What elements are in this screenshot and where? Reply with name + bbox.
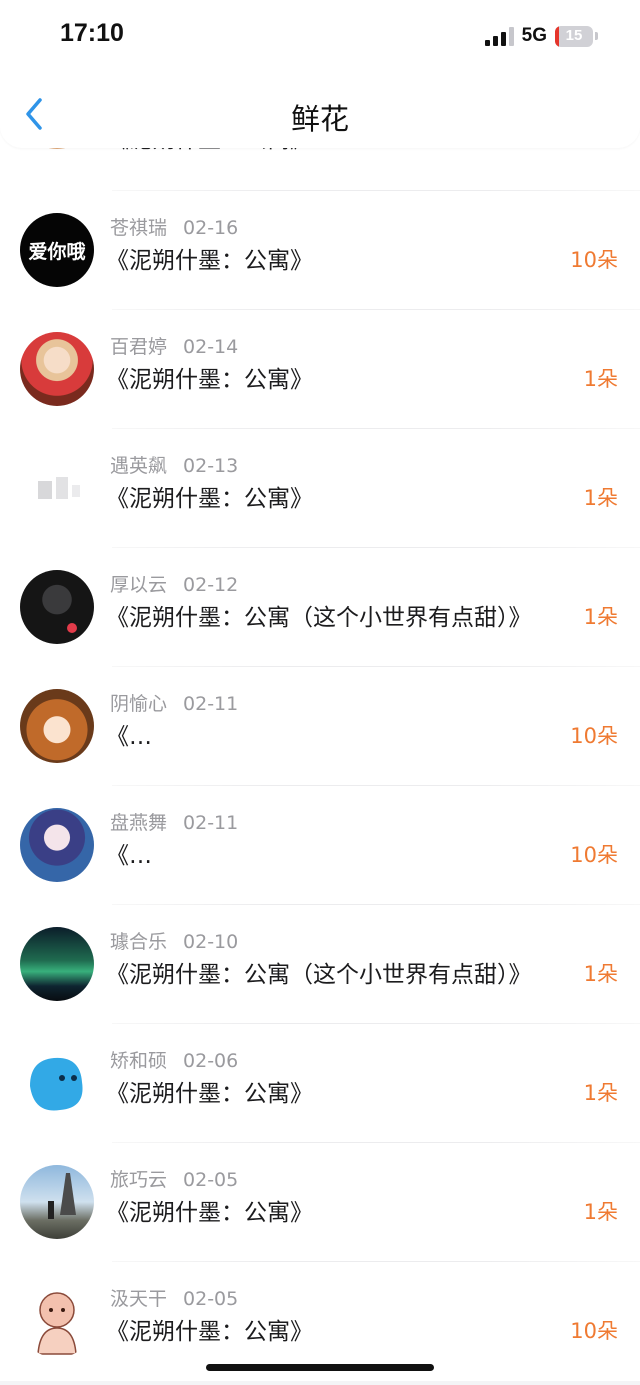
flower-amount: 1朵 bbox=[583, 367, 618, 391]
sender-meta: 苍祺瑞 02-16 bbox=[110, 213, 238, 240]
sender-name: 百君婷 bbox=[110, 336, 168, 358]
flower-amount: 10朵 bbox=[570, 843, 618, 867]
avatar bbox=[20, 451, 94, 525]
sender-meta: 阴愉心 02-11 bbox=[110, 689, 238, 716]
list-item[interactable]: 璩合乐 02-10 《泥朔什墨：公寓（这个小世界有点甜）》 1朵 bbox=[0, 905, 640, 1024]
sender-name: 厚以云 bbox=[110, 574, 168, 596]
avatar bbox=[20, 1165, 94, 1239]
status-time: 17:10 bbox=[60, 19, 124, 47]
flower-amount: 1朵 bbox=[583, 486, 618, 510]
status-indicators: 5G 15 bbox=[484, 24, 598, 48]
list-item[interactable]: 阴愉心 02-11 《… 10朵 bbox=[0, 667, 640, 786]
avatar-image bbox=[30, 1057, 83, 1111]
book-title: 《泥朔什墨：公寓》 bbox=[106, 1081, 313, 1107]
book-title: 《泥朔什墨：公寓（这个小世界有点甜）》 bbox=[106, 962, 532, 988]
battery-tip bbox=[595, 32, 598, 40]
flower-amount: 1朵 bbox=[583, 962, 618, 986]
list-item[interactable]: 爱你哦 苍祺瑞 02-16 《泥朔什墨：公寓》 10朵 bbox=[0, 191, 640, 310]
book-title: 《泥朔什墨：公寓》 bbox=[106, 1200, 313, 1226]
book-title: 《泥朔什墨：公寓》 bbox=[106, 248, 313, 274]
signal-icon bbox=[484, 26, 514, 46]
flower-amount: 1朵 bbox=[583, 605, 618, 629]
sender-name: 苍祺瑞 bbox=[110, 217, 168, 239]
flower-amount: 10朵 bbox=[570, 724, 618, 748]
avatar bbox=[20, 570, 94, 644]
avatar bbox=[20, 332, 94, 406]
book-title: 《泥朔什墨：公寓》 bbox=[106, 1319, 313, 1345]
sender-meta: 璩合乐 02-10 bbox=[110, 927, 238, 954]
sender-name: 璩合乐 bbox=[110, 931, 168, 953]
avatar-image bbox=[48, 1173, 76, 1219]
sender-meta: 矫和硕 02-06 bbox=[110, 1046, 238, 1073]
flower-amount: 1朵 bbox=[583, 1200, 618, 1224]
book-title: 《… bbox=[106, 724, 152, 750]
gift-date: 02-05 bbox=[183, 1169, 239, 1191]
screen: 《泥朔什墨：公寓》 1朵 爱你哦 苍祺瑞02-16 《泥朔什墨：公寓》 10朵 … bbox=[0, 0, 640, 1385]
book-title: 《泥朔什墨：公寓》 bbox=[106, 486, 313, 512]
list-item[interactable]: 厚以云 02-12 《泥朔什墨：公寓（这个小世界有点甜）》 1朵 bbox=[0, 548, 640, 667]
flower-amount: 10朵 bbox=[570, 1319, 618, 1343]
sender-meta: 汲天干 02-05 bbox=[110, 1284, 238, 1311]
gift-date: 02-11 bbox=[183, 812, 239, 834]
list-item[interactable]: 盘燕舞 02-11 《… 10朵 bbox=[0, 786, 640, 905]
avatar-image bbox=[67, 623, 77, 633]
avatar-image bbox=[38, 477, 80, 499]
avatar bbox=[20, 1284, 94, 1358]
gift-date: 02-12 bbox=[183, 574, 239, 596]
list-item[interactable]: 旅巧云 02-05 《泥朔什墨：公寓》 1朵 bbox=[0, 1143, 640, 1262]
battery-level: 15 bbox=[565, 26, 583, 44]
network-type: 5G bbox=[521, 25, 547, 46]
list-item[interactable]: 矫和硕 02-06 《泥朔什墨：公寓》 1朵 bbox=[0, 1024, 640, 1143]
sender-name: 盘燕舞 bbox=[110, 812, 168, 834]
avatar: 爱你哦 bbox=[20, 213, 94, 287]
avatar-logo-text: 爱你哦 bbox=[28, 240, 85, 263]
gift-date: 02-10 bbox=[183, 931, 239, 953]
book-title: 《… bbox=[106, 843, 152, 869]
gift-date: 02-05 bbox=[183, 1288, 239, 1310]
gift-date: 02-14 bbox=[183, 336, 239, 358]
battery-icon: 15 bbox=[555, 25, 593, 47]
sender-name: 阴愉心 bbox=[110, 693, 168, 715]
avatar bbox=[20, 689, 94, 763]
list-item[interactable]: 遇英飙 02-13 《泥朔什墨：公寓》 1朵 bbox=[0, 429, 640, 548]
sender-name: 矫和硕 bbox=[110, 1050, 168, 1072]
flower-amount: 1朵 bbox=[583, 1081, 618, 1105]
avatar bbox=[20, 1046, 94, 1120]
flower-list: 《泥朔什墨：公寓》 1朵 爱你哦 苍祺瑞02-16 《泥朔什墨：公寓》 10朵 … bbox=[0, 75, 640, 1381]
sender-meta: 厚以云 02-12 bbox=[110, 570, 238, 597]
sender-name: 遇英飙 bbox=[110, 455, 168, 477]
avatar bbox=[20, 927, 94, 1001]
sender-meta: 旅巧云 02-05 bbox=[110, 1165, 238, 1192]
header: 17:10 5G 15 鲜花 bbox=[0, 0, 640, 148]
sender-meta: 遇英飙 02-13 bbox=[110, 451, 238, 478]
gift-date: 02-13 bbox=[183, 455, 239, 477]
avatar-logo: 爱你哦 bbox=[28, 240, 85, 263]
sender-name: 旅巧云 bbox=[110, 1169, 168, 1191]
list-item[interactable]: 百君婷 02-14 《泥朔什墨：公寓》 1朵 bbox=[0, 310, 640, 429]
avatar bbox=[20, 808, 94, 882]
gift-date: 02-16 bbox=[183, 217, 239, 239]
book-title: 《泥朔什墨：公寓》 bbox=[106, 367, 313, 393]
flower-amount: 10朵 bbox=[570, 248, 618, 272]
avatar-image bbox=[37, 1292, 77, 1355]
page-title: 鲜花 bbox=[290, 102, 349, 136]
sender-meta: 百君婷 02-14 bbox=[110, 332, 238, 359]
gift-date: 02-11 bbox=[183, 693, 239, 715]
sender-name: 汲天干 bbox=[110, 1288, 168, 1310]
book-title: 《泥朔什墨：公寓（这个小世界有点甜）》 bbox=[106, 605, 532, 631]
gift-date: 02-06 bbox=[183, 1050, 239, 1072]
sender-meta: 盘燕舞 02-11 bbox=[110, 808, 238, 835]
home-indicator[interactable] bbox=[206, 1364, 434, 1371]
